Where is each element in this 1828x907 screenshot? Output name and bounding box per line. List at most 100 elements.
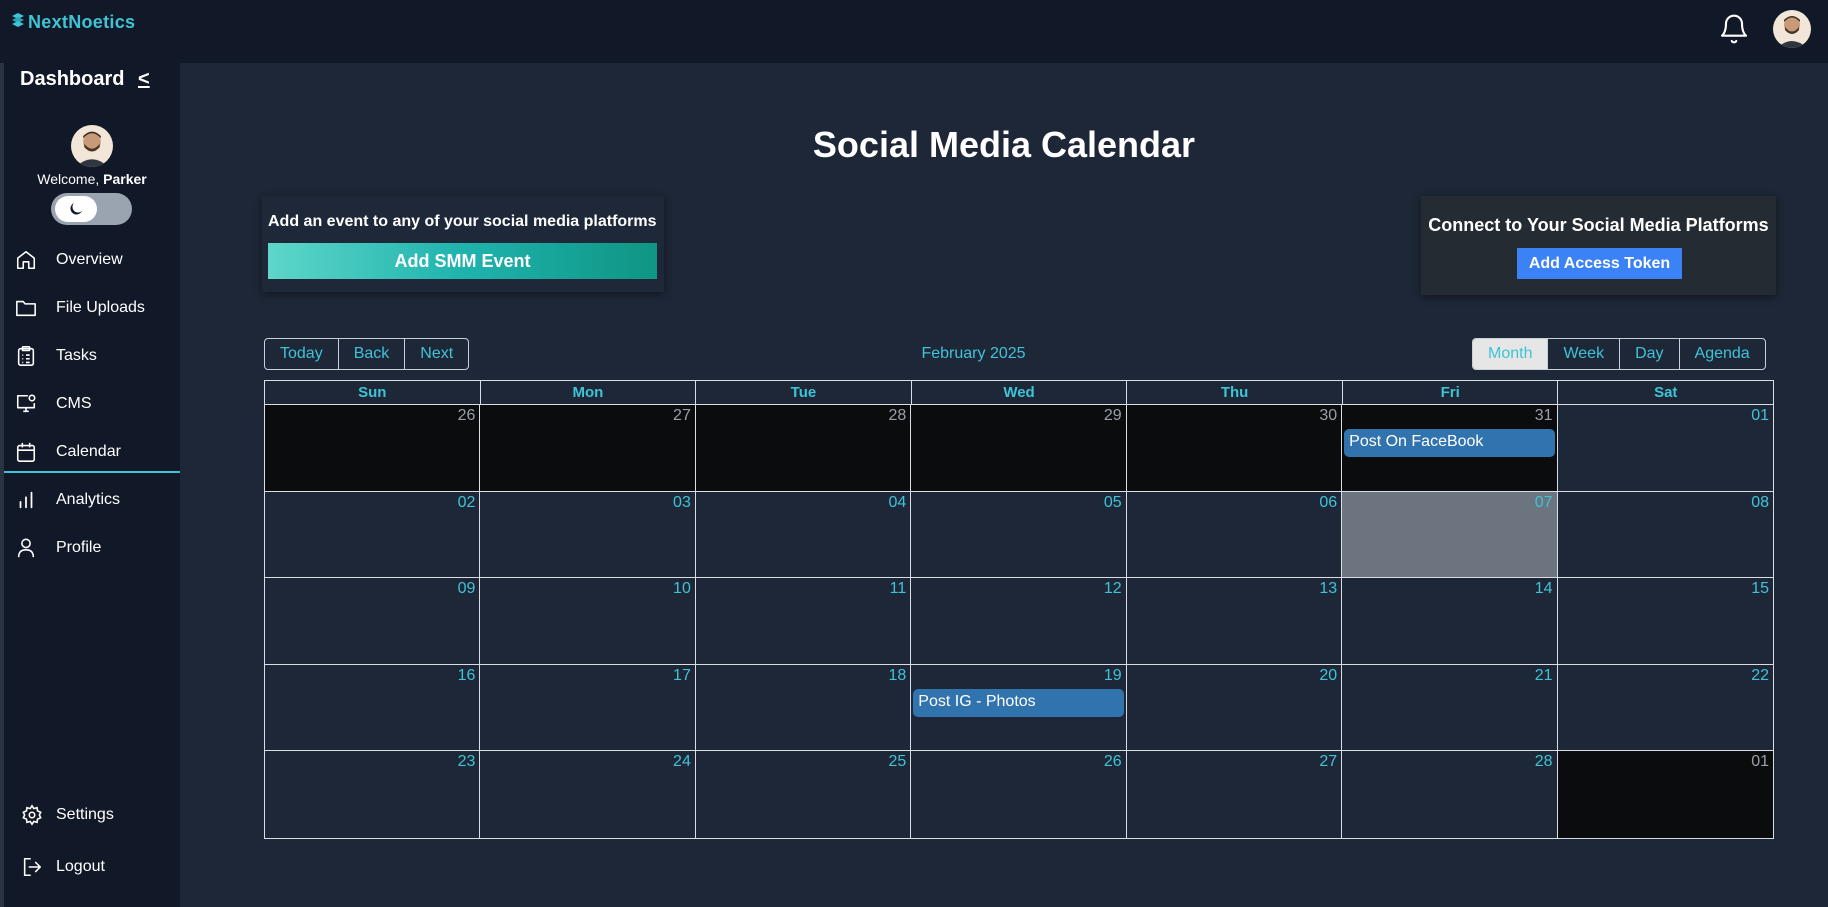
day-number[interactable]: 10 (673, 580, 691, 598)
day-cell[interactable]: 17 (480, 664, 696, 752)
day-number[interactable]: 12 (1104, 580, 1122, 598)
day-cell[interactable]: 14 (1342, 578, 1558, 665)
view-day-button[interactable]: Day (1620, 339, 1680, 369)
sidebar-item-profile[interactable]: Profile (4, 528, 180, 568)
day-number[interactable]: 23 (458, 753, 476, 771)
day-number[interactable]: 22 (1751, 667, 1769, 685)
day-cell[interactable]: 06 (1126, 491, 1343, 579)
day-number[interactable]: 31 (1535, 407, 1553, 425)
day-number[interactable]: 06 (1319, 494, 1337, 512)
day-cell[interactable]: 01 (1557, 405, 1773, 492)
notification-bell-icon[interactable] (1718, 13, 1750, 50)
connect-platforms-card: Connect to Your Social Media Platforms A… (1421, 196, 1776, 295)
day-number[interactable]: 15 (1751, 580, 1769, 598)
day-number[interactable]: 07 (1535, 494, 1553, 512)
welcome-user-name: Parker (103, 171, 147, 187)
day-number[interactable]: 03 (673, 494, 691, 512)
logout-button[interactable]: Logout (4, 847, 180, 887)
day-number[interactable]: 28 (888, 407, 906, 425)
day-cell[interactable]: 11 (695, 578, 912, 665)
day-cell[interactable]: 26 (911, 751, 1127, 838)
sidebar-item-tasks[interactable]: Tasks (4, 336, 180, 376)
day-number[interactable]: 11 (890, 580, 907, 598)
day-number[interactable]: 04 (888, 494, 906, 512)
day-cell[interactable]: 13 (1126, 578, 1343, 665)
day-cell[interactable]: 31 Post On FaceBook (1342, 405, 1558, 492)
day-number[interactable]: 01 (1751, 753, 1769, 771)
day-cell[interactable]: 26 (265, 405, 481, 492)
day-cell[interactable]: 08 (1557, 492, 1773, 579)
calendar-event[interactable]: Post IG - Photos (913, 688, 1124, 717)
day-number[interactable]: 14 (1535, 580, 1553, 598)
next-button[interactable]: Next (405, 339, 468, 369)
day-number[interactable]: 25 (888, 753, 906, 771)
day-number[interactable]: 08 (1751, 494, 1769, 512)
day-number[interactable]: 26 (1104, 753, 1122, 771)
day-cell[interactable]: 04 (695, 491, 912, 579)
welcome-prefix: Welcome, (37, 171, 100, 187)
sidebar-item-calendar[interactable]: Calendar (4, 432, 180, 473)
brand-logo[interactable]: NextNoetics (11, 12, 135, 33)
sidebar-item-file-uploads[interactable]: File Uploads (4, 288, 180, 328)
day-number[interactable]: 18 (888, 667, 906, 685)
day-cell[interactable]: 23 (265, 751, 481, 838)
day-cell[interactable]: 29 (911, 405, 1127, 492)
sidebar-item-overview[interactable]: Overview (4, 240, 180, 280)
day-cell[interactable]: 22 (1557, 665, 1773, 752)
day-cell[interactable]: 27 (480, 405, 696, 492)
day-cell[interactable]: 30 (1126, 405, 1343, 492)
day-number[interactable]: 27 (673, 407, 691, 425)
day-cell[interactable]: 25 (696, 751, 912, 838)
day-cell[interactable]: 27 (1127, 751, 1343, 838)
day-number[interactable]: 02 (458, 494, 476, 512)
sidebar-item-analytics[interactable]: Analytics (4, 480, 180, 520)
day-cell[interactable]: 02 (265, 491, 481, 579)
user-avatar[interactable] (1773, 10, 1811, 48)
day-number[interactable]: 26 (458, 407, 476, 425)
day-cell[interactable]: 05 (911, 491, 1127, 579)
day-cell[interactable]: 01 (1557, 751, 1773, 838)
weekday-label: Sun (265, 381, 481, 404)
day-number[interactable]: 13 (1319, 580, 1337, 598)
collapse-sidebar-button[interactable]: < (138, 68, 150, 91)
add-smm-event-button[interactable]: Add SMM Event (268, 243, 657, 279)
calendar-event[interactable]: Post On FaceBook (1344, 429, 1555, 457)
sidebar-item-settings[interactable]: Settings (4, 795, 180, 835)
weekday-label: Tue (696, 381, 912, 404)
sidebar-item-cms[interactable]: CMS (4, 384, 180, 424)
day-number[interactable]: 21 (1535, 667, 1553, 685)
day-cell[interactable]: 12 (911, 578, 1127, 665)
view-agenda-button[interactable]: Agenda (1680, 339, 1765, 369)
day-cell[interactable]: 28 (695, 405, 912, 492)
day-cell[interactable]: 09 (265, 578, 481, 665)
theme-toggle[interactable] (51, 193, 132, 225)
day-number[interactable]: 29 (1104, 407, 1122, 425)
day-number[interactable]: 27 (1319, 753, 1337, 771)
today-button[interactable]: Today (265, 339, 339, 369)
day-number[interactable]: 01 (1751, 407, 1769, 425)
day-cell[interactable]: 18 (695, 664, 912, 752)
day-number[interactable]: 09 (458, 580, 476, 598)
view-month-button[interactable]: Month (1473, 339, 1549, 369)
day-number[interactable]: 16 (458, 667, 476, 685)
day-number[interactable]: 28 (1535, 753, 1553, 771)
day-number[interactable]: 05 (1104, 494, 1122, 512)
day-number[interactable]: 19 (1104, 667, 1122, 685)
day-cell[interactable]: 19 Post IG - Photos (911, 664, 1127, 752)
day-cell[interactable]: 15 (1557, 578, 1773, 665)
view-week-button[interactable]: Week (1548, 339, 1621, 369)
day-number[interactable]: 20 (1319, 667, 1337, 685)
day-number[interactable]: 30 (1319, 407, 1337, 425)
day-cell[interactable]: 21 (1342, 664, 1558, 752)
day-cell[interactable]: 28 (1342, 751, 1558, 838)
day-cell[interactable]: 10 (480, 578, 696, 665)
day-cell[interactable]: 24 (480, 751, 696, 838)
add-access-token-button[interactable]: Add Access Token (1517, 248, 1682, 279)
today-cell[interactable]: 07 (1342, 491, 1558, 579)
day-cell[interactable]: 20 (1126, 664, 1343, 752)
back-button[interactable]: Back (339, 339, 406, 369)
day-cell[interactable]: 03 (480, 491, 696, 579)
day-number[interactable]: 24 (673, 753, 691, 771)
day-number[interactable]: 17 (673, 667, 691, 685)
day-cell[interactable]: 16 (265, 664, 481, 752)
